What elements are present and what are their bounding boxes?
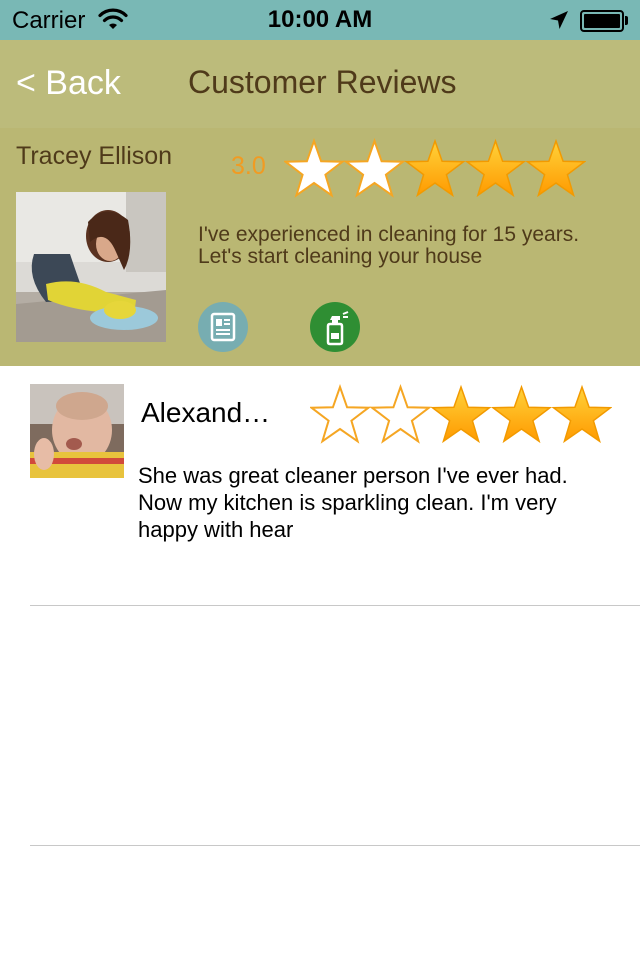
navigation-bar: < Back Customer Reviews — [0, 40, 640, 128]
spray-bottle-button[interactable] — [310, 302, 360, 352]
id-card-button[interactable] — [198, 302, 248, 352]
location-arrow-icon — [550, 11, 568, 29]
page-title: Customer Reviews — [188, 64, 457, 100]
reviewer-avatar — [30, 384, 124, 478]
star-empty-icon — [310, 384, 372, 444]
star-filled-icon — [490, 384, 553, 444]
back-button[interactable]: < Back — [16, 64, 121, 103]
star-empty-icon — [284, 138, 346, 198]
review-rating-stars — [310, 384, 612, 444]
star-filled-icon — [430, 384, 492, 444]
provider-rating-value: 3.0 — [231, 152, 266, 180]
reviewer-name: Alexand… — [141, 397, 271, 428]
star-empty-icon — [343, 138, 406, 198]
provider-description: I've experienced in cleaning for 15 year… — [198, 223, 580, 268]
star-filled-icon — [464, 138, 527, 198]
star-filled-icon — [404, 138, 466, 198]
provider-profile: Tracey Ellison 3.0 I've experienced in c… — [0, 128, 640, 366]
status-time: 10:00 AM — [267, 6, 373, 33]
provider-rating-stars — [284, 138, 586, 198]
battery-icon — [580, 10, 628, 32]
row-divider — [30, 605, 640, 606]
provider-photo — [16, 192, 166, 342]
star-filled-icon — [551, 384, 612, 444]
star-empty-icon — [369, 384, 432, 444]
review-text: She was great cleaner person I've ever h… — [138, 463, 568, 542]
id-card-icon — [210, 312, 236, 342]
star-filled-icon — [525, 138, 586, 198]
spray-bottle-icon — [326, 311, 349, 346]
status-bar: Carrier 10:00 AM — [0, 0, 640, 40]
provider-name: Tracey Ellison — [16, 142, 173, 170]
row-divider — [30, 845, 640, 846]
